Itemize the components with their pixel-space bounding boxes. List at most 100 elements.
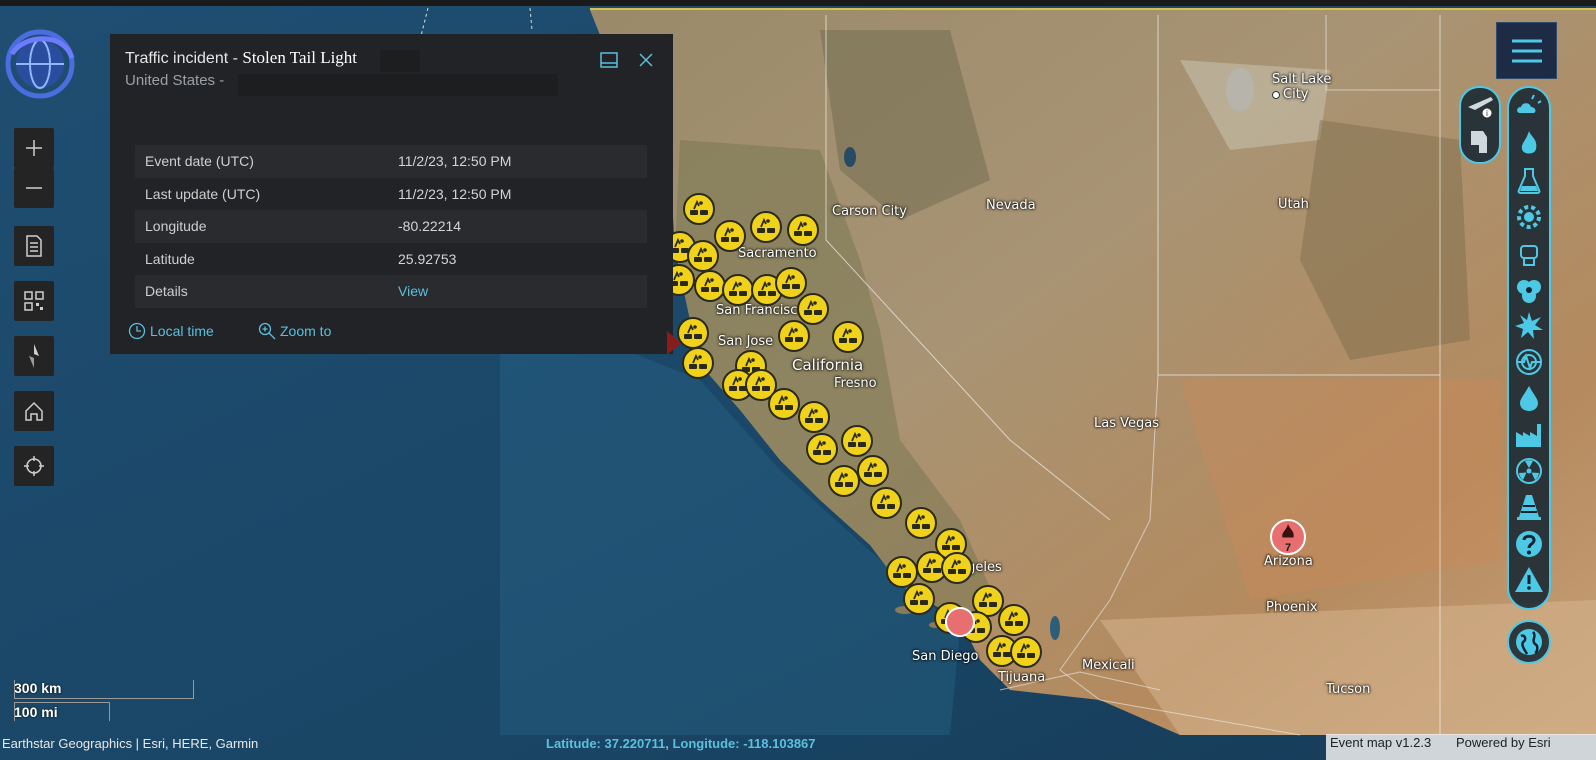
version-text: Event map v1.2.3 bbox=[1330, 735, 1432, 750]
car-crash-icon bbox=[729, 280, 747, 296]
explosion-category-button[interactable] bbox=[1513, 310, 1545, 342]
place-label-phoenix: Phoenix bbox=[1266, 600, 1318, 615]
traffic-incident-marker[interactable] bbox=[797, 293, 829, 325]
qr-code-icon bbox=[24, 291, 44, 311]
cursor-coordinates: Latitude: 37.220711, Longitude: -118.103… bbox=[546, 736, 816, 751]
traffic-incident-marker[interactable] bbox=[998, 604, 1030, 636]
traffic-incident-marker[interactable] bbox=[905, 507, 937, 539]
details-view-link[interactable]: View bbox=[398, 283, 428, 299]
place-label-california: California bbox=[792, 356, 864, 374]
radiation-category-button[interactable] bbox=[1513, 455, 1545, 487]
plus-icon bbox=[26, 140, 42, 156]
zoom-to-button[interactable]: Zoom to bbox=[258, 322, 331, 340]
biohazard-icon bbox=[1517, 279, 1541, 303]
traffic-incident-marker[interactable] bbox=[778, 320, 810, 352]
local-time-label: Local time bbox=[150, 323, 214, 339]
car-crash-icon bbox=[848, 431, 866, 447]
car-crash-icon bbox=[813, 439, 831, 455]
app-logo bbox=[5, 29, 75, 99]
fire-icon bbox=[1521, 131, 1537, 154]
traffic-incident-marker[interactable] bbox=[694, 270, 726, 302]
earthquake-category-button[interactable] bbox=[1513, 346, 1545, 378]
question-category-button[interactable] bbox=[1513, 528, 1545, 560]
version-box: Event map v1.2.3 Powered by Esri bbox=[1326, 734, 1596, 760]
place-label-san-francisco: San Francisco bbox=[716, 303, 806, 318]
traffic-incident-marker[interactable] bbox=[687, 240, 719, 272]
traffic-incident-marker[interactable] bbox=[903, 583, 935, 615]
traffic-incident-marker[interactable] bbox=[857, 455, 889, 487]
salt-lake-line1: Salt Lake bbox=[1272, 72, 1332, 87]
car-crash-icon bbox=[1017, 642, 1035, 658]
car-crash-icon bbox=[701, 276, 719, 292]
traffic-incident-marker[interactable] bbox=[683, 193, 715, 225]
drop-category-button[interactable] bbox=[1513, 382, 1545, 414]
table-row: Details View bbox=[135, 275, 647, 308]
radiation-icon bbox=[1516, 458, 1542, 484]
vehicle-button[interactable] bbox=[1464, 126, 1496, 158]
traffic-incident-marker[interactable] bbox=[798, 401, 830, 433]
drop-icon bbox=[1520, 386, 1538, 412]
traffic-incident-marker[interactable] bbox=[677, 317, 709, 349]
cluster-count: 7 bbox=[1284, 542, 1292, 554]
airplane-info-icon: i bbox=[1468, 97, 1493, 119]
menu-button[interactable] bbox=[1496, 22, 1557, 79]
redaction-bar bbox=[380, 50, 420, 72]
factory-category-button[interactable] bbox=[1513, 419, 1545, 451]
traffic-incident-marker[interactable] bbox=[1010, 636, 1042, 668]
place-label-fresno: Fresno bbox=[834, 376, 877, 391]
fist-category-button[interactable] bbox=[1513, 237, 1545, 269]
zoom-in-icon bbox=[258, 322, 276, 340]
close-button[interactable] bbox=[634, 48, 658, 72]
warning-category-button[interactable] bbox=[1513, 564, 1545, 596]
traffic-incident-marker[interactable] bbox=[828, 465, 860, 497]
legend-button[interactable] bbox=[14, 226, 54, 266]
car-crash-icon bbox=[752, 375, 770, 391]
traffic-incident-marker[interactable] bbox=[841, 425, 873, 457]
incident-cluster-marker-la[interactable] bbox=[945, 607, 975, 637]
gear-category-button[interactable] bbox=[1513, 201, 1545, 233]
dock-button[interactable] bbox=[597, 48, 621, 72]
traffic-cone-category-button[interactable] bbox=[1513, 491, 1545, 523]
car-crash-icon bbox=[689, 353, 707, 369]
traffic-incident-marker[interactable] bbox=[714, 220, 746, 252]
traffic-incident-marker[interactable] bbox=[768, 388, 800, 420]
traffic-incident-marker[interactable] bbox=[870, 487, 902, 519]
flight-info-button[interactable]: i bbox=[1464, 90, 1496, 122]
chemical-category-button[interactable] bbox=[1513, 165, 1545, 197]
popup-title-event: Stolen Tail Light bbox=[242, 48, 358, 67]
car-crash-icon bbox=[839, 327, 857, 343]
basemap-gallery-button[interactable] bbox=[14, 281, 54, 321]
traffic-incident-marker[interactable] bbox=[775, 267, 807, 299]
locate-button[interactable] bbox=[14, 446, 54, 486]
traffic-incident-marker[interactable] bbox=[806, 433, 838, 465]
powered-by-link[interactable]: Powered by Esri bbox=[1456, 735, 1551, 750]
traffic-incident-marker[interactable] bbox=[682, 347, 714, 379]
weather-category-button[interactable] bbox=[1513, 92, 1545, 124]
dock-icon bbox=[600, 52, 618, 68]
question-icon bbox=[1516, 530, 1542, 557]
attribute-table: Event date (UTC) 11/2/23, 12:50 PM Last u… bbox=[135, 145, 647, 308]
traffic-incident-marker[interactable] bbox=[787, 214, 819, 246]
traffic-incident-marker[interactable] bbox=[832, 321, 864, 353]
biohazard-category-button[interactable] bbox=[1513, 274, 1545, 306]
zoom-in-button[interactable] bbox=[14, 128, 54, 168]
fire-category-button[interactable] bbox=[1513, 128, 1545, 160]
row-label: Latitude bbox=[145, 250, 195, 267]
zoom-out-button[interactable] bbox=[14, 168, 54, 208]
car-crash-icon bbox=[864, 461, 882, 477]
traffic-incident-marker[interactable] bbox=[722, 274, 754, 306]
footer-bar: Earthstar Geographics | Esri, HERE, Garm… bbox=[0, 734, 1596, 760]
fist-icon bbox=[1520, 245, 1538, 267]
car-crash-icon bbox=[910, 589, 928, 605]
home-button[interactable] bbox=[14, 391, 54, 431]
globe-button[interactable] bbox=[1507, 620, 1551, 664]
compass-button[interactable] bbox=[14, 336, 54, 376]
weather-icon bbox=[1517, 94, 1542, 113]
traffic-incident-marker[interactable] bbox=[750, 211, 782, 243]
incident-cluster-marker[interactable]: 7 bbox=[1270, 519, 1306, 555]
chemical-icon bbox=[1517, 167, 1541, 194]
table-row: Last update (UTC) 11/2/23, 12:50 PM bbox=[135, 178, 647, 211]
local-time-button[interactable]: Local time bbox=[128, 322, 214, 340]
traffic-incident-marker[interactable] bbox=[941, 552, 973, 584]
city-dot bbox=[1272, 90, 1280, 99]
